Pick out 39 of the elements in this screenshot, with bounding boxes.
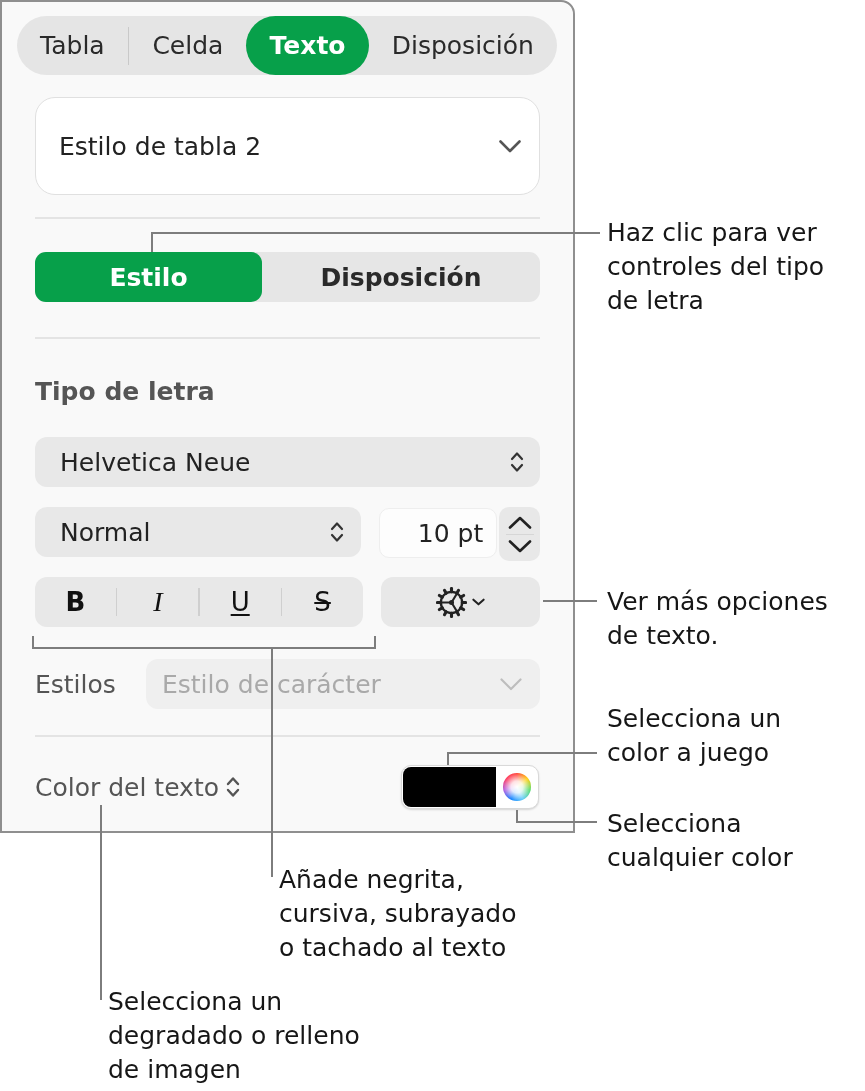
updown-chevron-icon (330, 520, 344, 544)
updown-chevron-icon (510, 450, 524, 474)
callout-text: Selecciona un degradado o relleno de imagen (108, 986, 361, 1086)
leader-line (542, 600, 598, 602)
text-color-popup[interactable]: Color del texto (35, 772, 240, 802)
italic-button[interactable]: I (117, 577, 199, 627)
callout-text: Añade negrita, cursiva, subrayado o tachado al texto (279, 864, 518, 964)
gear-icon (436, 586, 467, 618)
callout-text: Ver más opciones de texto. (607, 586, 829, 652)
table-style-dropdown[interactable]: Estilo de tabla 2 (35, 97, 540, 195)
font-family-value: Helvetica Neue (60, 447, 251, 477)
typeface-value: Normal (60, 517, 151, 547)
strikethrough-button[interactable]: S (282, 577, 363, 627)
callout-text: Selecciona cualquier color (607, 808, 794, 874)
chevron-down-icon (500, 677, 522, 691)
text-tab[interactable]: Disposición (262, 252, 540, 302)
inspector-tab[interactable]: Disposición (368, 16, 558, 75)
chevron-down-icon[interactable] (507, 539, 532, 553)
callout-text: Haz clic para ver controles del tipo de letra (607, 217, 826, 317)
section-heading: Tipo de letra (35, 377, 215, 407)
color-swatch[interactable] (403, 767, 496, 807)
font-family-popup[interactable]: Helvetica Neue (35, 437, 540, 487)
bold-button[interactable]: B (35, 577, 116, 627)
typeface-popup[interactable]: Normal (35, 507, 361, 557)
text-options-button[interactable] (381, 577, 540, 627)
inspector-tab[interactable]: Tabla (17, 16, 128, 75)
underline-button[interactable]: U (199, 577, 281, 627)
callout-text: Selecciona un color a juego (607, 703, 783, 769)
character-style-value: Estilo de carácter (162, 669, 381, 699)
styles-label: Estilos (35, 669, 116, 699)
font-size-stepper[interactable] (499, 507, 540, 561)
color-wheel-icon[interactable] (502, 773, 531, 801)
table-style-value: Estilo de tabla 2 (59, 131, 262, 161)
chevron-down-icon (472, 598, 485, 606)
chevron-down-icon (499, 139, 521, 153)
font-size-field[interactable]: 10 pt (379, 508, 498, 558)
updown-chevron-icon (226, 775, 240, 799)
inspector-tab[interactable]: Celda (129, 16, 247, 75)
chevron-up-icon[interactable] (507, 515, 532, 529)
